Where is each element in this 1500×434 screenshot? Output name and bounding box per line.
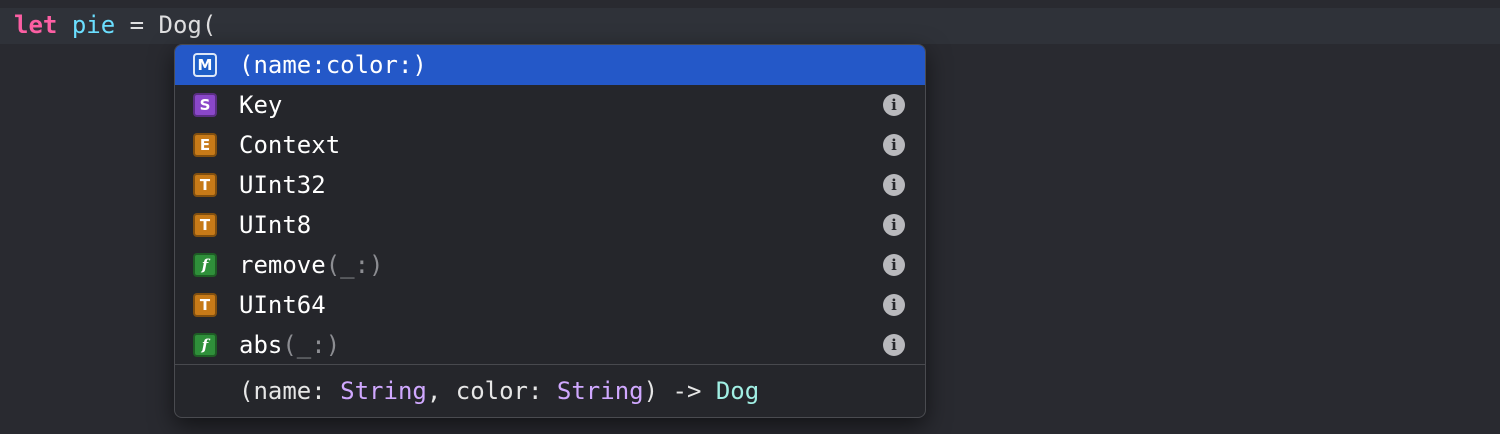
completion-name: UInt32 — [239, 171, 326, 199]
completion-item[interactable]: E Context i — [175, 125, 925, 165]
completion-label: (name:color:) — [239, 45, 427, 85]
completion-name: abs — [239, 331, 283, 359]
completion-name: remove — [239, 251, 326, 279]
call-expression: Dog( — [158, 11, 217, 39]
function-kind-icon: f — [193, 253, 217, 277]
completion-name: Key — [239, 91, 283, 119]
info-icon[interactable]: i — [883, 174, 905, 196]
completion-label: abs(_:) — [239, 325, 340, 365]
completion-item[interactable]: M (name:color:) — [175, 45, 925, 85]
info-icon[interactable]: i — [883, 94, 905, 116]
completion-name: UInt64 — [239, 291, 326, 319]
completion-label: Context — [239, 125, 340, 165]
signature-param-type: String — [340, 377, 427, 405]
completion-label: UInt64 — [239, 285, 326, 325]
completion-label: Key — [239, 85, 282, 125]
signature-return-type: Dog — [715, 377, 760, 405]
keyword-let: let — [14, 11, 58, 39]
completion-name: (name:color:) — [239, 51, 427, 79]
code-editor[interactable]: let pie = Dog( M (name:color:) S Key i E Conte… — [0, 0, 1500, 434]
signature-mid: , color: — [426, 377, 557, 405]
info-icon[interactable]: i — [883, 334, 905, 356]
method-kind-icon: M — [193, 53, 217, 77]
completion-item[interactable]: T UInt64 i — [175, 285, 925, 325]
info-icon[interactable]: i — [883, 254, 905, 276]
assignment-operator: = — [129, 11, 145, 39]
completion-name: Context — [239, 131, 341, 159]
info-icon[interactable]: i — [883, 294, 905, 316]
completion-label: UInt8 — [239, 205, 311, 245]
variable-name: pie — [71, 11, 116, 39]
signature-hint: (name: String, color: String) -> Dog — [239, 373, 759, 409]
popup-divider — [175, 364, 925, 365]
code-line[interactable]: let pie = Dog( — [14, 9, 216, 41]
completion-list: M (name:color:) S Key i E Context i T UInt32 i T UIn… — [175, 45, 925, 365]
struct-kind-icon: S — [193, 93, 217, 117]
function-kind-icon: f — [193, 333, 217, 357]
info-icon[interactable]: i — [883, 134, 905, 156]
completion-item[interactable]: f remove(_:) i — [175, 245, 925, 285]
completion-item[interactable]: S Key i — [175, 85, 925, 125]
completion-item[interactable]: T UInt32 i — [175, 165, 925, 205]
completion-label: UInt32 — [239, 165, 326, 205]
typealias-kind-icon: T — [193, 213, 217, 237]
completion-signature-suffix: (_:) — [282, 331, 341, 359]
typealias-kind-icon: T — [193, 293, 217, 317]
signature-param-type: String — [556, 377, 644, 405]
current-line-highlight — [0, 8, 1500, 44]
enum-kind-icon: E — [193, 133, 217, 157]
typealias-kind-icon: T — [193, 173, 217, 197]
completion-popup: M (name:color:) S Key i E Context i T UInt32 i T UIn… — [174, 44, 926, 418]
info-icon[interactable]: i — [883, 214, 905, 236]
signature-open: (name: — [239, 377, 341, 405]
completion-signature-suffix: (_:) — [325, 251, 384, 279]
signature-close: ) -> — [643, 377, 716, 405]
completion-item[interactable]: T UInt8 i — [175, 205, 925, 245]
completion-label: remove(_:) — [239, 245, 384, 285]
completion-name: UInt8 — [239, 211, 312, 239]
completion-item[interactable]: f abs(_:) i — [175, 325, 925, 365]
